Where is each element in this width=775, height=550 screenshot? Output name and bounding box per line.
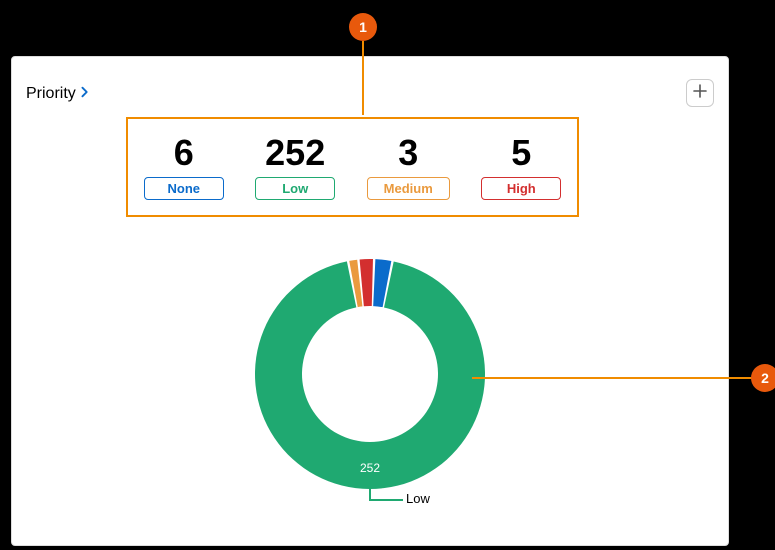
annotation-callout-2: 2	[751, 364, 775, 392]
stat-badge-low: Low	[255, 177, 335, 200]
top-bar	[0, 0, 775, 56]
right-bar	[729, 56, 775, 546]
stat-item-low[interactable]: 252 Low	[255, 135, 335, 200]
stat-badge-none: None	[144, 177, 224, 200]
chevron-right-icon	[80, 85, 90, 103]
annotation-line-2	[472, 377, 752, 379]
stat-item-none[interactable]: 6 None	[144, 135, 224, 200]
card-title: Priority	[26, 85, 76, 103]
annotation-callout-2-label: 2	[761, 370, 769, 386]
stat-item-medium[interactable]: 3 Medium	[367, 135, 450, 200]
stat-badge-high: High	[481, 177, 561, 200]
add-button[interactable]	[686, 79, 714, 107]
priority-card: Priority 6 None 252 Low 3 Medium 5 Hi	[11, 56, 729, 546]
stat-value: 3	[398, 135, 418, 171]
stats-row: 6 None 252 Low 3 Medium 5 High	[126, 117, 579, 217]
stat-value: 5	[511, 135, 531, 171]
donut-leader-label: Low	[406, 491, 430, 506]
annotation-line-1	[362, 41, 364, 115]
plus-icon	[693, 84, 707, 103]
annotation-callout-1-label: 1	[359, 19, 367, 35]
donut-slice-value-label: 252	[360, 461, 380, 475]
annotation-callout-1: 1	[349, 13, 377, 41]
stat-item-high[interactable]: 5 High	[481, 135, 561, 200]
stat-badge-medium: Medium	[367, 177, 450, 200]
card-header[interactable]: Priority	[26, 85, 90, 103]
stat-value: 252	[265, 135, 325, 171]
stat-value: 6	[174, 135, 194, 171]
donut-chart[interactable]	[253, 257, 487, 491]
